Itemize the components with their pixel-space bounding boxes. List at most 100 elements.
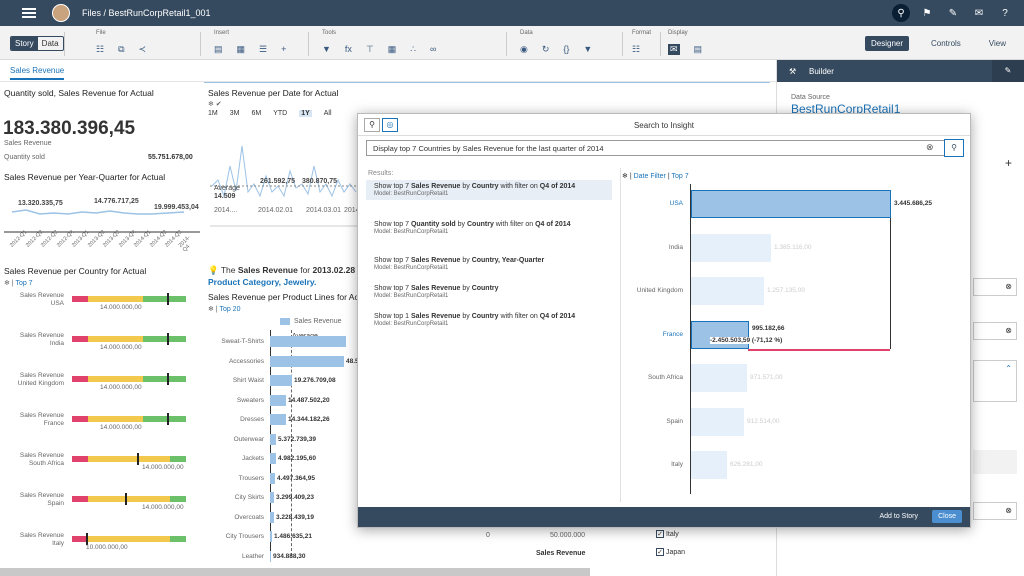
chat-icon[interactable]: ✉ <box>970 4 988 22</box>
grid-icon[interactable]: ▦ <box>388 44 397 55</box>
date-label-a: 261.592,75 <box>260 178 296 185</box>
search-result-item[interactable]: Show top 7 Sales Revenue by Country, Yea… <box>366 254 612 274</box>
announce-icon[interactable]: ⚑ <box>918 4 936 22</box>
feedback-icon[interactable]: ✎ <box>944 4 962 22</box>
country-label[interactable]: United Kingdom <box>628 287 683 294</box>
layout-icon[interactable]: ▤ <box>694 44 703 55</box>
builder-field-3[interactable]: ⌃ <box>973 360 1017 402</box>
country-label[interactable]: Italy <box>628 461 683 468</box>
format-icon[interactable]: ☷ <box>632 44 640 55</box>
clear-icon[interactable]: ⊗ <box>1005 506 1012 515</box>
builder-field-5[interactable]: ⊗ <box>973 502 1017 520</box>
product-category-label: Leather <box>241 552 264 560</box>
bullet-country-label: Italy <box>52 540 64 547</box>
data-icon[interactable]: ◉ <box>520 44 528 55</box>
country-label[interactable]: South Africa <box>628 374 683 381</box>
add-to-story-button[interactable]: Add to Story <box>879 513 918 520</box>
country-bar[interactable] <box>691 364 747 392</box>
bullet-actual-marker <box>167 333 170 345</box>
insight-detail[interactable]: Product Category, Jewelry. <box>208 277 316 287</box>
country-value-label: 1.385.116,00 <box>774 243 812 251</box>
product-category-label: Shirt Waist <box>232 377 264 384</box>
result-model: Model: BestRunCorpRetail1 <box>374 265 449 271</box>
top-filter-label[interactable]: Top 7 <box>15 280 32 287</box>
range-all[interactable]: All <box>324 110 332 117</box>
country-bar[interactable] <box>691 233 771 262</box>
chart-icon[interactable]: ▤ <box>214 44 223 55</box>
search-icon[interactable]: ⚲ <box>892 4 910 22</box>
pin-icon[interactable]: ✎ <box>992 60 1024 82</box>
line-x-ticks: 2012-Q1 2012-Q2 2012-Q3 2012-Q4 2013-Q1 2013-… <box>8 229 198 254</box>
date-filter-token[interactable]: Date Filter <box>634 173 666 180</box>
country-bar[interactable] <box>691 190 891 218</box>
divider <box>308 32 309 56</box>
search-result-item[interactable]: Show top 7 Sales Revenue by Country Model… <box>366 282 612 302</box>
clear-icon[interactable]: ⊗ <box>1005 282 1012 291</box>
country-label[interactable]: France <box>628 331 683 338</box>
country-label[interactable]: Spain <box>628 418 683 425</box>
search-result-item[interactable]: Show top 1 Sales Revenue by Country with… <box>366 310 612 330</box>
kpi-sub-label: Sales Revenue <box>4 140 52 147</box>
smart-insight[interactable]: 💡 The Sales Revenue for 2013.02.28 <box>208 265 355 276</box>
share-icon[interactable]: ≺ <box>139 44 147 55</box>
country-bar[interactable] <box>691 320 749 349</box>
search-button[interactable]: ⚲ <box>944 139 964 157</box>
search-input[interactable]: Display top 7 Countries by Sales Revenue… <box>366 140 954 156</box>
product-bar <box>270 453 276 464</box>
link-icon[interactable]: ∞ <box>430 44 436 55</box>
clear-search-icon[interactable]: ⊗ <box>926 142 934 153</box>
bullet-green-range <box>142 336 186 342</box>
tab-sales-revenue[interactable]: Sales Revenue <box>10 66 65 80</box>
horizontal-scrollbar[interactable] <box>0 568 590 576</box>
add-icon[interactable]: + <box>281 44 286 55</box>
code-icon[interactable]: {} <box>563 44 569 55</box>
builder-field-4[interactable] <box>973 450 1017 474</box>
country-bar[interactable] <box>691 277 764 305</box>
search-result-item[interactable]: Show top 7 Sales Revenue by Country with… <box>366 180 612 200</box>
designer-button[interactable]: Designer <box>864 36 909 51</box>
comment-icon[interactable]: ✉ <box>668 44 680 55</box>
hierarchy-icon[interactable]: ⊤ <box>366 44 374 55</box>
builder-field-2[interactable]: ⊗ <box>973 322 1017 340</box>
story-data-toggle[interactable]: Story Data <box>10 36 64 51</box>
help-icon[interactable]: ? <box>996 4 1014 22</box>
product-category-label: City Skirts <box>234 494 264 501</box>
menu-icon[interactable] <box>22 6 36 20</box>
range-6m[interactable]: 6M <box>251 110 261 117</box>
view-button[interactable]: View <box>983 36 1012 51</box>
network-icon[interactable]: ∴ <box>410 44 416 55</box>
country-bar[interactable] <box>691 407 744 436</box>
country-label[interactable]: USA <box>628 200 683 207</box>
filter-data-icon[interactable]: ▼ <box>583 44 592 55</box>
data-mode-button[interactable]: Data <box>38 37 63 50</box>
builder-field-1[interactable]: ⊗ <box>973 278 1017 296</box>
filter-icon[interactable]: ☰ <box>259 44 267 55</box>
filter-item-italy[interactable]: ✓ Italy <box>656 530 679 538</box>
top7-filter-token[interactable]: Top 7 <box>671 173 688 180</box>
search-result-item[interactable]: Show top 7 Quantity sold by Country with… <box>366 218 612 238</box>
range-1y[interactable]: 1Y <box>299 110 312 117</box>
data-group: Data ◉ ↻{} ▼ <box>520 30 593 55</box>
formula-icon[interactable]: fx <box>345 44 352 55</box>
range-ytd[interactable]: YTD <box>273 110 287 117</box>
range-3m[interactable]: 3M <box>230 110 240 117</box>
close-button[interactable]: Close <box>932 510 962 523</box>
controls-button[interactable]: Controls <box>925 36 967 51</box>
chevron-up-icon[interactable]: ⌃ <box>1005 364 1012 373</box>
filter-item-japan[interactable]: ✓ Japan <box>656 548 685 556</box>
clear-icon[interactable]: ⊗ <box>1005 326 1012 335</box>
country-label[interactable]: India <box>628 244 683 251</box>
country-bar[interactable] <box>691 451 727 479</box>
breadcrumb[interactable]: Files / BestRunCorpRetail1_001 <box>82 8 211 18</box>
refresh-icon[interactable]: ↻ <box>542 44 550 55</box>
table-icon[interactable]: ▦ <box>237 44 246 55</box>
filter-tool-icon[interactable]: ▼ <box>322 44 331 55</box>
copy-icon[interactable]: ⧉ <box>118 44 124 55</box>
story-mode-button[interactable]: Story <box>11 37 38 50</box>
avatar[interactable] <box>52 4 70 22</box>
range-1m[interactable]: 1M <box>208 110 218 117</box>
country-value-label: 912.514,00 <box>747 417 780 425</box>
product-value-label: 14.344.182,26 <box>288 416 330 423</box>
add-icon[interactable]: + <box>1005 156 1012 170</box>
save-icon[interactable]: ☷ <box>96 44 104 55</box>
